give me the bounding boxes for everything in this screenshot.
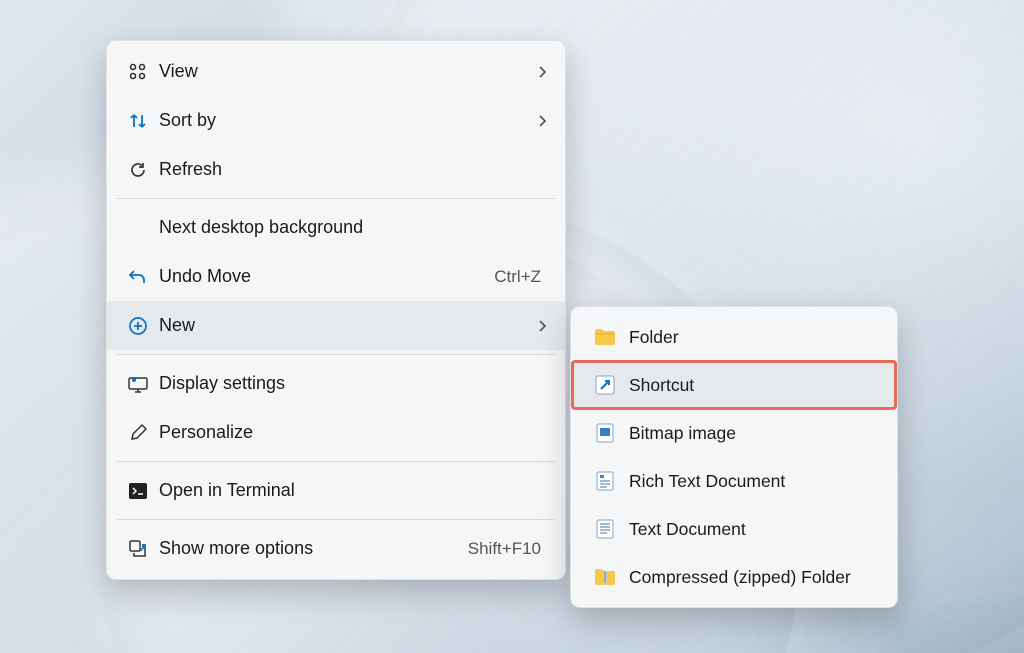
submenu-item-folder[interactable]: Folder: [571, 313, 897, 361]
submenu-item-bitmap[interactable]: Bitmap image: [571, 409, 897, 457]
menu-separator: [117, 519, 555, 520]
menu-item-label: Folder: [625, 327, 879, 348]
menu-item-label: Refresh: [155, 159, 547, 180]
menu-item-personalize[interactable]: Personalize: [107, 408, 565, 457]
menu-item-more-options[interactable]: Show more options Shift+F10: [107, 524, 565, 573]
submenu-item-shortcut[interactable]: Shortcut: [571, 361, 897, 409]
menu-item-accelerator: Shift+F10: [468, 539, 547, 559]
menu-item-label: Text Document: [625, 519, 879, 540]
shortcut-icon: [585, 375, 625, 395]
menu-item-sort[interactable]: Sort by: [107, 96, 565, 145]
menu-item-label: Personalize: [155, 422, 547, 443]
menu-item-view[interactable]: View: [107, 47, 565, 96]
chevron-right-icon: [537, 64, 547, 80]
menu-item-accelerator: Ctrl+Z: [494, 267, 547, 287]
menu-item-label: Sort by: [155, 110, 537, 131]
chevron-right-icon: [537, 113, 547, 129]
undo-icon: [121, 267, 155, 287]
menu-item-display-settings[interactable]: Display settings: [107, 359, 565, 408]
zip-folder-icon: [585, 568, 625, 586]
desktop-context-menu: View Sort by Refresh Next desktop backgr…: [106, 40, 566, 580]
menu-item-label: Open in Terminal: [155, 480, 547, 501]
menu-separator: [117, 461, 555, 462]
menu-item-label: Rich Text Document: [625, 471, 879, 492]
submenu-item-txt[interactable]: Text Document: [571, 505, 897, 553]
menu-item-next-background[interactable]: Next desktop background: [107, 203, 565, 252]
menu-item-undo[interactable]: Undo Move Ctrl+Z: [107, 252, 565, 301]
sort-icon: [121, 111, 155, 131]
menu-item-label: Next desktop background: [155, 217, 547, 238]
menu-item-label: Show more options: [155, 538, 468, 559]
text-document-icon: [585, 519, 625, 539]
refresh-icon: [121, 160, 155, 180]
submenu-item-rtf[interactable]: Rich Text Document: [571, 457, 897, 505]
menu-item-refresh[interactable]: Refresh: [107, 145, 565, 194]
menu-item-new[interactable]: New: [107, 301, 565, 350]
more-options-icon: [121, 539, 155, 559]
plus-circle-icon: [121, 316, 155, 336]
terminal-icon: [121, 482, 155, 500]
menu-item-label: Shortcut: [625, 375, 879, 396]
rtf-icon: [585, 471, 625, 491]
grid-icon: [121, 62, 155, 82]
menu-item-label: New: [155, 315, 537, 336]
menu-item-label: Undo Move: [155, 266, 494, 287]
menu-separator: [117, 198, 555, 199]
folder-icon: [585, 328, 625, 346]
menu-item-open-terminal[interactable]: Open in Terminal: [107, 466, 565, 515]
submenu-item-zip[interactable]: Compressed (zipped) Folder: [571, 553, 897, 601]
bitmap-icon: [585, 423, 625, 443]
menu-item-label: Bitmap image: [625, 423, 879, 444]
menu-item-label: Display settings: [155, 373, 547, 394]
new-submenu: Folder Shortcut Bitmap image Ric: [570, 306, 898, 608]
menu-item-label: Compressed (zipped) Folder: [625, 567, 879, 588]
chevron-right-icon: [537, 318, 547, 334]
menu-separator: [117, 354, 555, 355]
display-settings-icon: [121, 374, 155, 394]
brush-icon: [121, 423, 155, 443]
menu-item-label: View: [155, 61, 537, 82]
